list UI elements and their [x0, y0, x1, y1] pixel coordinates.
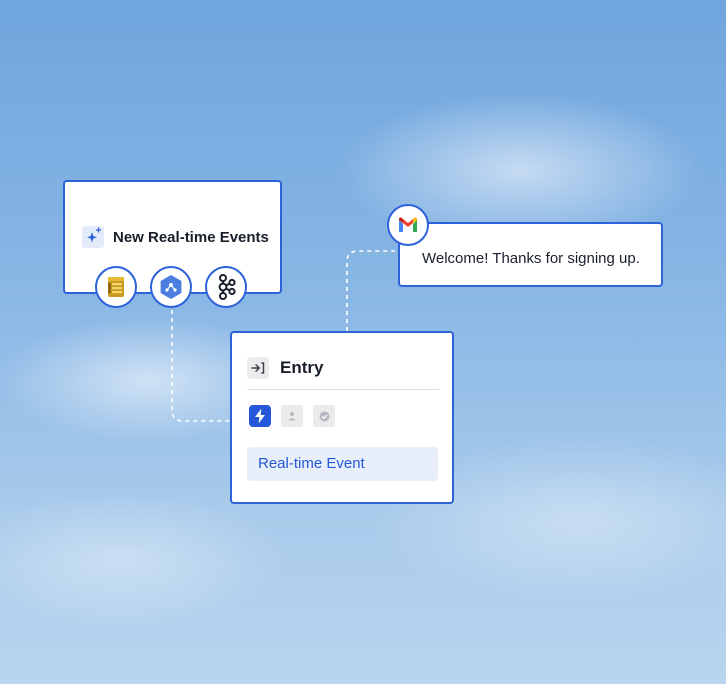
entry-title: Entry — [280, 358, 324, 377]
user-icon[interactable] — [281, 405, 303, 427]
trigger-title: New Real-time Events — [113, 228, 269, 246]
entry-header: Entry — [247, 357, 323, 379]
entry-divider — [247, 389, 439, 390]
connector-trigger-to-entry — [171, 310, 230, 422]
lightning-icon[interactable] — [249, 405, 271, 427]
gcp-icon[interactable] — [150, 266, 192, 308]
trigger-header: New Real-time Events — [82, 226, 269, 248]
entry-state-row — [249, 405, 345, 427]
aws-icon[interactable] — [95, 266, 137, 308]
message-text: Welcome! Thanks for signing up. — [422, 250, 640, 267]
sparkle-icon — [82, 226, 104, 248]
message-card[interactable]: Welcome! Thanks for signing up. — [398, 222, 663, 287]
check-icon[interactable] — [313, 405, 335, 427]
entry-card[interactable]: Entry Real-time Event — [230, 331, 454, 504]
enter-icon — [247, 357, 269, 379]
kafka-icon[interactable] — [205, 266, 247, 308]
gmail-icon[interactable] — [387, 204, 429, 246]
connector-entry-to-message — [346, 250, 398, 331]
event-pill[interactable]: Real-time Event — [247, 447, 438, 481]
